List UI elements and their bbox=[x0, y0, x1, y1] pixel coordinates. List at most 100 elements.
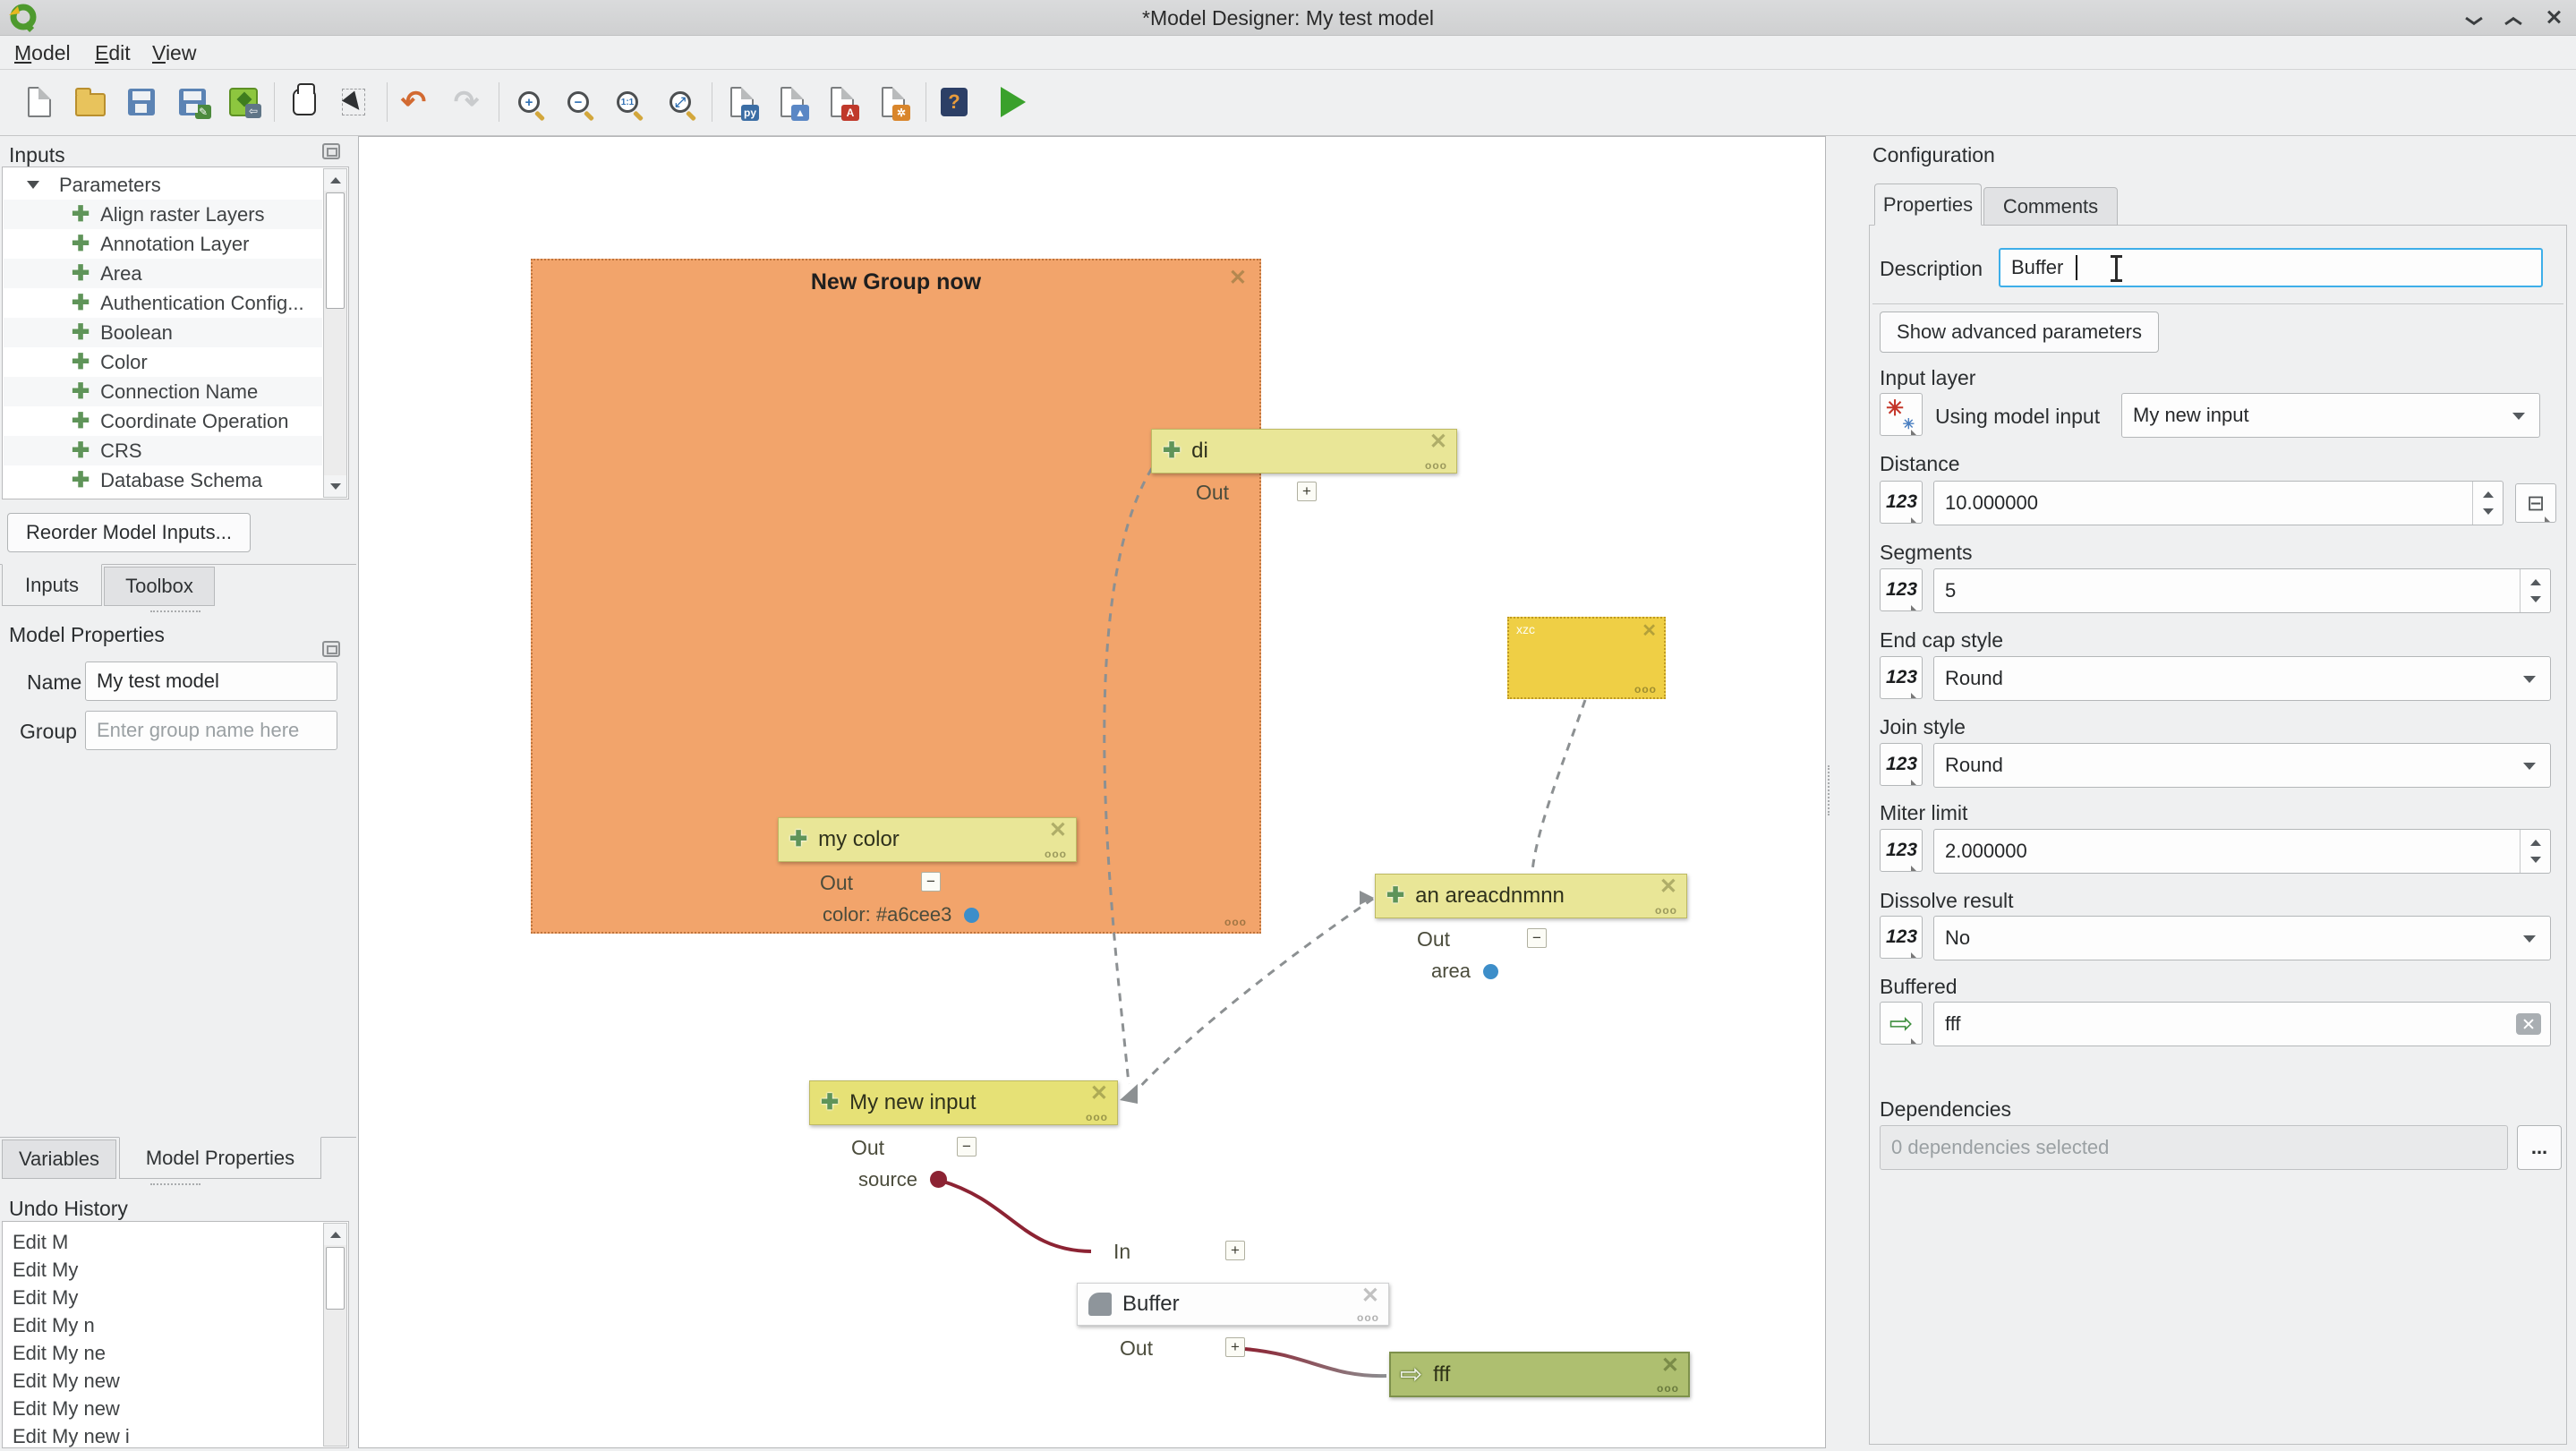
spin-arrows[interactable] bbox=[2520, 569, 2550, 612]
model-group-field[interactable]: Enter group name here bbox=[85, 711, 337, 750]
tab-properties[interactable]: Properties bbox=[1874, 184, 1982, 226]
miter-limit-spinbox[interactable]: 2.000000 bbox=[1933, 829, 2551, 874]
minimize-button[interactable] bbox=[2460, 7, 2490, 30]
comment-box[interactable]: xzc ✕ ooo bbox=[1507, 617, 1666, 699]
param-item[interactable]: ✚Connection Name bbox=[4, 377, 322, 406]
scroll-down-icon[interactable] bbox=[324, 475, 346, 497]
param-item[interactable]: ✚Database Schema bbox=[4, 465, 322, 495]
node-my-color[interactable]: ✚ my color ✕ ooo bbox=[778, 817, 1077, 862]
output-socket-dot[interactable] bbox=[1483, 964, 1498, 979]
redo-button[interactable]: ↷ bbox=[445, 79, 488, 125]
dependencies-browse-button[interactable]: ... bbox=[2517, 1125, 2562, 1170]
save-model-button[interactable] bbox=[120, 79, 163, 125]
input-layer-combo[interactable]: My new input bbox=[2121, 393, 2540, 438]
buffered-type-button[interactable]: ⇨ bbox=[1880, 1002, 1923, 1045]
dissolve-result-combo[interactable]: No bbox=[1933, 916, 2551, 960]
export-python-button[interactable]: py bbox=[721, 79, 763, 125]
output-socket-dot[interactable] bbox=[930, 1171, 947, 1188]
expand-toggle[interactable]: + bbox=[1225, 1337, 1245, 1357]
show-advanced-parameters-button[interactable]: Show advanced parameters bbox=[1880, 312, 2159, 353]
scroll-thumb[interactable] bbox=[326, 1247, 345, 1310]
zoom-in-button[interactable]: + bbox=[508, 79, 550, 125]
param-item[interactable]: ✚Coordinate Operation bbox=[4, 406, 322, 436]
collapse-toggle[interactable]: − bbox=[1527, 928, 1547, 948]
zoom-out-button[interactable]: − bbox=[557, 79, 600, 125]
tab-inputs[interactable]: Inputs bbox=[2, 564, 102, 606]
splitter-handle[interactable] bbox=[150, 1183, 200, 1189]
node-an-area[interactable]: ✚ an areacdnmnn ✕ ooo bbox=[1375, 874, 1687, 918]
undo-item[interactable]: Edit My n bbox=[4, 1310, 322, 1340]
tree-root-parameters[interactable]: Parameters bbox=[4, 170, 322, 200]
delete-node-icon[interactable]: ✕ bbox=[1659, 875, 1677, 900]
model-canvas[interactable]: New Group now ✕ ooo xzc ✕ ooo ✚ di ✕ ooo… bbox=[358, 136, 1826, 1448]
scroll-thumb[interactable] bbox=[326, 192, 345, 309]
close-button[interactable] bbox=[2538, 7, 2569, 30]
reorder-model-inputs-button[interactable]: Reorder Model Inputs... bbox=[7, 513, 251, 552]
undo-button[interactable]: ↶ bbox=[392, 79, 435, 125]
segments-spinbox[interactable]: 5 bbox=[1933, 568, 2551, 613]
delete-node-icon[interactable]: ✕ bbox=[1090, 1081, 1108, 1107]
inputs-float-icon[interactable] bbox=[322, 143, 340, 159]
delete-node-icon[interactable]: ✕ bbox=[1049, 818, 1067, 844]
join-style-combo[interactable]: Round bbox=[1933, 743, 2551, 788]
join-type-button[interactable]: 123 bbox=[1880, 743, 1923, 786]
dissolve-type-button[interactable]: 123 bbox=[1880, 916, 1923, 959]
new-model-button[interactable] bbox=[18, 79, 61, 125]
export-svg-button[interactable]: ✲ bbox=[872, 79, 915, 125]
node-buffer[interactable]: Buffer ✕ ooo bbox=[1077, 1283, 1389, 1326]
clear-text-icon[interactable] bbox=[2516, 1013, 2541, 1035]
zoom-actual-button[interactable]: 1:1 bbox=[606, 79, 649, 125]
spin-arrows[interactable] bbox=[2472, 482, 2503, 525]
description-field[interactable]: Buffer bbox=[1999, 248, 2543, 287]
export-image-button[interactable]: ▲ bbox=[771, 79, 814, 125]
delete-comment-icon[interactable]: ✕ bbox=[1642, 620, 1657, 642]
menu-model[interactable]: Model bbox=[14, 41, 71, 65]
dependencies-field[interactable]: 0 dependencies selected bbox=[1880, 1125, 2508, 1170]
delete-node-icon[interactable]: ✕ bbox=[1361, 1284, 1379, 1310]
help-button[interactable]: ? bbox=[933, 79, 976, 125]
model-properties-float-icon[interactable] bbox=[322, 641, 340, 657]
distance-type-button[interactable]: 123 bbox=[1880, 481, 1923, 524]
tab-variables[interactable]: Variables bbox=[2, 1139, 116, 1179]
tree-scrollbar[interactable] bbox=[323, 168, 347, 498]
undo-item[interactable]: Edit My new bbox=[4, 1366, 322, 1396]
param-item[interactable]: ✚CRS bbox=[4, 436, 322, 465]
select-tool-button[interactable] bbox=[332, 79, 375, 125]
export-pdf-button[interactable]: A bbox=[821, 79, 864, 125]
data-defined-override-button[interactable]: ⊟ bbox=[2515, 483, 2556, 523]
maximize-button[interactable] bbox=[2499, 7, 2529, 30]
output-socket-dot[interactable] bbox=[964, 908, 979, 923]
undo-item[interactable]: Edit My new i bbox=[4, 1421, 322, 1451]
param-item[interactable]: ✚Authentication Config... bbox=[4, 288, 322, 318]
scroll-up-icon[interactable] bbox=[324, 169, 346, 191]
menu-view[interactable]: View bbox=[152, 41, 196, 65]
param-item[interactable]: ✚Color bbox=[4, 347, 322, 377]
run-model-button[interactable] bbox=[992, 79, 1035, 125]
delete-node-icon[interactable]: ✕ bbox=[1661, 1353, 1679, 1379]
spin-arrows[interactable] bbox=[2520, 830, 2550, 873]
buffered-output-field[interactable]: fff bbox=[1933, 1002, 2551, 1046]
undo-item[interactable]: Edit My new bbox=[4, 1394, 322, 1423]
splitter-handle[interactable] bbox=[150, 610, 200, 616]
collapse-icon[interactable] bbox=[27, 181, 39, 189]
pan-tool-button[interactable] bbox=[283, 79, 326, 125]
expand-toggle[interactable]: + bbox=[1297, 482, 1317, 501]
undo-item[interactable]: Edit My bbox=[4, 1255, 322, 1285]
iterate-over-layer-button[interactable]: ✳ ✳ bbox=[1880, 393, 1923, 436]
scroll-up-icon[interactable] bbox=[324, 1224, 346, 1245]
miter-type-button[interactable]: 123 bbox=[1880, 829, 1923, 872]
undo-item[interactable]: Edit My ne bbox=[4, 1338, 322, 1368]
node-fff-output[interactable]: ⇨ fff ✕ ooo bbox=[1389, 1352, 1690, 1397]
node-my-new-input[interactable]: ✚ My new input ✕ ooo bbox=[809, 1080, 1118, 1125]
save-in-project-button[interactable]: ⇦ bbox=[222, 79, 265, 125]
zoom-full-button[interactable]: ⤢ bbox=[659, 79, 702, 125]
collapse-toggle[interactable]: − bbox=[921, 872, 941, 892]
undo-item[interactable]: Edit M bbox=[4, 1227, 322, 1257]
tab-comments[interactable]: Comments bbox=[1983, 187, 2118, 226]
undo-item[interactable]: Edit My bbox=[4, 1283, 322, 1312]
delete-node-icon[interactable]: ✕ bbox=[1429, 430, 1447, 456]
segments-type-button[interactable]: 123 bbox=[1880, 568, 1923, 611]
param-item[interactable]: ✚Boolean bbox=[4, 318, 322, 347]
expand-toggle[interactable]: + bbox=[1225, 1241, 1245, 1260]
tab-toolbox[interactable]: Toolbox bbox=[104, 567, 215, 606]
